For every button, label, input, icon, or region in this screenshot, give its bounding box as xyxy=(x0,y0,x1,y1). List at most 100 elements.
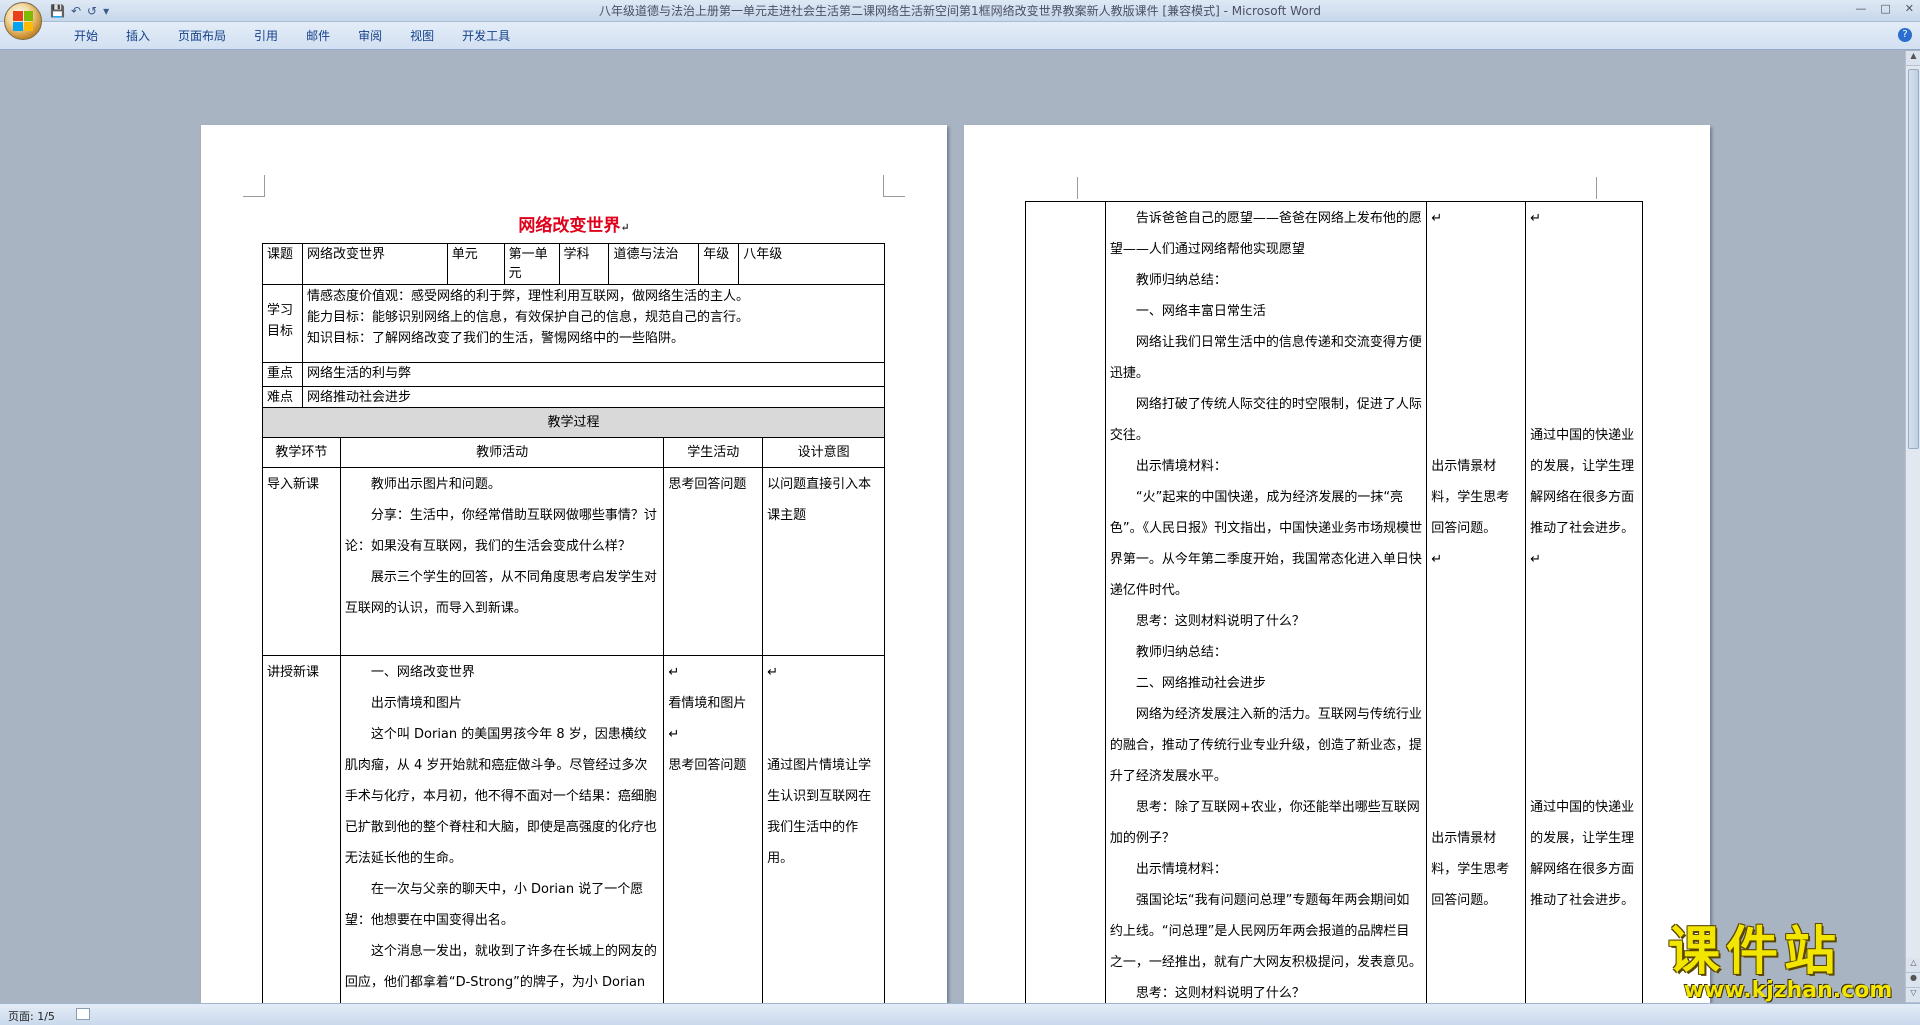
paragraph: 出示情境材料： xyxy=(1135,862,1227,877)
tab-review[interactable]: 审阅 xyxy=(344,28,396,44)
maximize-icon[interactable]: □ xyxy=(1880,2,1890,15)
crop-mark xyxy=(243,175,265,197)
scrollbar-thumb[interactable] xyxy=(1908,69,1919,449)
column-header: 教学环节 xyxy=(262,437,341,468)
table-row: 讲授新课 一、网络改变世界 出示情境和图片 这个叫 Dorian 的美国男孩今年… xyxy=(262,655,885,1003)
goal-item: 情感态度价值观：感受网络的利于弊，理性利用互联网，做网络生活的主人。 xyxy=(306,289,749,304)
goals-label: 学习目标 xyxy=(262,284,303,363)
undo-icon[interactable]: ↶ xyxy=(71,3,81,19)
customize-icon[interactable]: ▾ xyxy=(103,3,109,19)
window-title: 八年级道德与法治上册第一单元走进社会生活第二课网络生活新空间第1框网络改变世界教… xyxy=(598,4,1322,18)
paragraph: 在一次与父亲的聊天中，小 Dorian 说了一个愿望：他想要在中国变得出名。 xyxy=(344,882,644,928)
paragraph: 教师归纳总结： xyxy=(1135,273,1227,288)
paragraph: 看情境和图片 xyxy=(668,696,747,711)
table-row: 学习目标 情感态度价值观：感受网络的利于弊，理性利用互联网，做网络生活的主人。 … xyxy=(262,284,886,363)
paragraph: 分享：生活中，你经常借助互联网做哪些事情？讨论：如果没有互联网，我们的生活会变成… xyxy=(344,508,657,554)
tab-references[interactable]: 引用 xyxy=(240,28,292,44)
table-row: 导入新课 教师出示图片和问题。 分享：生活中，你经常借助互联网做哪些事情？讨论：… xyxy=(262,467,885,656)
paragraph: 思考回答问题 xyxy=(668,758,747,773)
subject-value[interactable]: 道德与法治 xyxy=(608,243,700,285)
paragraph: 通过中国的快递业的发展，让学生理解网络在很多方面推动了社会进步。 xyxy=(1530,428,1635,536)
office-logo-icon xyxy=(13,11,33,31)
scroll-up-icon[interactable]: ▲ xyxy=(1906,51,1920,66)
paragraph: 一、网络丰富日常生活 xyxy=(1135,304,1266,319)
paragraph: 一、网络改变世界 xyxy=(370,665,475,680)
status-bar: 页面: 1/5 xyxy=(0,1003,1920,1025)
paragraph-mark: ↵ xyxy=(1530,211,1542,226)
document-title: 网络改变世界↵ xyxy=(518,216,630,236)
design-intent-cell[interactable]: ↵ 通过图片情境让学生认识到互联网在我们生活中的作用。 xyxy=(762,655,885,1003)
document-workspace: 网络改变世界↵ 课题 网络改变世界 单元 第一单元 学科 道德与法治 年级 八年… xyxy=(0,51,1905,1003)
focus-value[interactable]: 网络生活的利与弊 xyxy=(301,362,886,387)
stage-cell[interactable]: 导入新课 xyxy=(262,467,341,656)
column-header: 学生活动 xyxy=(663,437,764,468)
goals-cell[interactable]: 情感态度价值观：感受网络的利于弊，理性利用互联网，做网络生活的主人。 能力目标：… xyxy=(301,284,886,363)
subject-label: 学科 xyxy=(558,243,610,285)
tab-home[interactable]: 开始 xyxy=(60,28,112,44)
student-activity-cell[interactable]: ↵ 出示情景材料，学生思考回答问题。 ↵ 出示情景材料，学生思考回答问题。 xyxy=(1426,201,1527,1003)
table-row: 课题 网络改变世界 单元 第一单元 学科 道德与法治 年级 八年级 xyxy=(262,243,885,285)
design-intent-cell[interactable]: 以问题直接引入本课主题 xyxy=(762,467,885,656)
student-activity-cell[interactable]: 思考回答问题 xyxy=(663,467,764,656)
previous-page-icon[interactable]: △ xyxy=(1906,958,1920,973)
quick-access-toolbar: 💾 ↶ ↺ ▾ xyxy=(50,3,109,19)
course-value[interactable]: 网络改变世界 xyxy=(301,243,448,285)
minimize-icon[interactable]: — xyxy=(1855,2,1866,15)
grade-value[interactable]: 八年级 xyxy=(738,243,885,285)
tab-developer[interactable]: 开发工具 xyxy=(448,28,524,44)
save-icon[interactable]: 💾 xyxy=(50,3,65,19)
watermark-title: 课件站 xyxy=(1668,921,1843,982)
vertical-scrollbar[interactable]: ▲ △ ● ▽ xyxy=(1905,51,1920,1003)
crop-mark xyxy=(883,175,905,197)
close-icon[interactable]: ✕ xyxy=(1905,2,1914,15)
paragraph: 出示情景材料，学生思考回答问题。 xyxy=(1431,831,1510,908)
student-activity-cell[interactable]: ↵ 看情境和图片 ↵ 思考回答问题 xyxy=(663,655,764,1003)
column-header: 教师活动 xyxy=(339,437,665,468)
paragraph: 展示三个学生的回答，从不同角度思考启发学生对互联网的认识，而导入到新课。 xyxy=(344,570,657,616)
paragraph-mark: ↵ xyxy=(668,727,680,742)
ribbon: 开始 插入 页面布局 引用 邮件 审阅 视图 开发工具 ? xyxy=(0,22,1920,50)
office-button[interactable] xyxy=(4,2,42,40)
teacher-activity-cell[interactable]: 告诉爸爸自己的愿望——爸爸在网络上发布他的愿望——人们通过网络帮他实现愿望 教师… xyxy=(1104,201,1428,1003)
course-label: 课题 xyxy=(262,243,303,285)
paragraph-mark: ↵ xyxy=(767,665,779,680)
scroll-nav-buttons: △ ● ▽ xyxy=(1906,958,1920,1003)
paragraph: “火”起来的中国快递，成为经济发展的一抹“亮色”。《人民日报》刊文指出，中国快递… xyxy=(1109,490,1423,598)
redo-icon[interactable]: ↺ xyxy=(87,3,97,19)
stage-cell[interactable]: 讲授新课 xyxy=(262,655,341,1003)
tab-insert[interactable]: 插入 xyxy=(112,28,164,44)
paragraph-mark: ↵ xyxy=(1431,552,1443,567)
paragraph: 网络为经济发展注入新的活力。互联网与传统行业的融合，推动了传统行业专业升级，创造… xyxy=(1109,707,1422,784)
next-page-icon[interactable]: ▽ xyxy=(1906,988,1920,1003)
watermark-url: www.kjzhan.com xyxy=(1683,978,1893,1003)
tab-view[interactable]: 视图 xyxy=(396,28,448,44)
teacher-activity-cell[interactable]: 教师出示图片和问题。 分享：生活中，你经常借助互联网做哪些事情？讨论：如果没有互… xyxy=(339,467,665,656)
process-table: 教学过程 教学环节 教师活动 学生活动 设计意图 导入新课 教师出示图片和问题。… xyxy=(262,407,885,1003)
paragraph-mark: ↵ xyxy=(668,665,680,680)
document-page-1: 网络改变世界↵ 课题 网络改变世界 单元 第一单元 学科 道德与法治 年级 八年… xyxy=(201,125,947,1003)
paragraph: 出示情景材料，学生思考回答问题。 xyxy=(1431,459,1510,536)
paragraph: 强国论坛“我有问题问总理”专题每年两会期间如约上线。“问总理”是人民网历年两会报… xyxy=(1109,893,1422,970)
tab-mailings[interactable]: 邮件 xyxy=(292,28,344,44)
design-intent-cell[interactable]: ↵ 通过中国的快递业的发展，让学生理解网络在很多方面推动了社会进步。 ↵ 通过中… xyxy=(1525,201,1643,1003)
paragraph: 思考：这则材料说明了什么？ xyxy=(1135,986,1305,1001)
paragraph: 网络让我们日常生活中的信息传递和交流变得方便迅捷。 xyxy=(1109,335,1422,381)
crop-mark xyxy=(1056,177,1078,199)
page-counter[interactable]: 页面: 1/5 xyxy=(8,1008,55,1024)
unit-value[interactable]: 第一单元 xyxy=(503,243,560,285)
paragraph: 这个消息一发出，就收到了许多在长城上的网友的回应，他们都拿着“D-Strong”… xyxy=(344,944,657,990)
paragraph: 教师出示图片和问题。 xyxy=(370,477,501,492)
help-icon[interactable]: ? xyxy=(1898,28,1912,42)
browse-object-icon[interactable]: ● xyxy=(1906,973,1920,988)
site-watermark-logo: 课件站 www.kjzhan.com xyxy=(1668,924,1908,1002)
stage-cell[interactable] xyxy=(1025,201,1106,1003)
paragraph: 出示情境和图片 xyxy=(370,696,462,711)
proofing-icon[interactable] xyxy=(76,1008,90,1020)
teacher-activity-cell[interactable]: 一、网络改变世界 出示情境和图片 这个叫 Dorian 的美国男孩今年 8 岁，… xyxy=(339,655,665,1003)
column-header: 设计意图 xyxy=(762,437,885,468)
goal-item: 能力目标：能够识别网络上的信息，有效保护自己的信息，规范自己的言行。 xyxy=(306,310,749,325)
process-table-continued: 告诉爸爸自己的愿望——爸爸在网络上发布他的愿望——人们通过网络帮他实现愿望 教师… xyxy=(1025,201,1643,1003)
tab-page-layout[interactable]: 页面布局 xyxy=(164,28,240,44)
lesson-plan-table: 课题 网络改变世界 单元 第一单元 学科 道德与法治 年级 八年级 学习目标 情… xyxy=(262,243,886,411)
focus-label: 重点 xyxy=(262,362,303,387)
